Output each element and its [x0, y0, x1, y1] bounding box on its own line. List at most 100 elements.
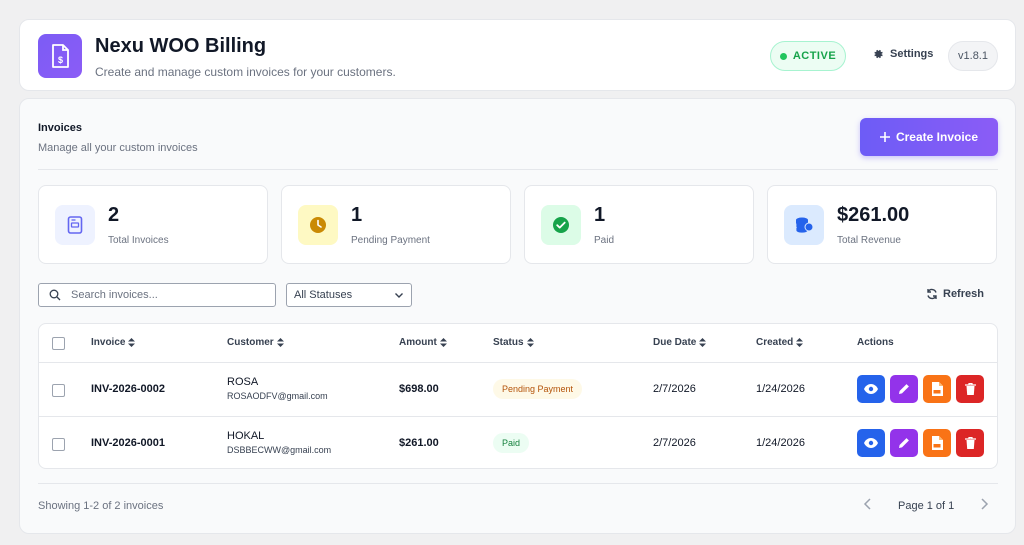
refresh-button[interactable]: Refresh — [926, 288, 984, 300]
svg-text:$: $ — [58, 55, 63, 65]
column-header-amount[interactable]: Amount — [399, 337, 447, 348]
customer-name: HOKAL — [227, 430, 265, 442]
table-header: Invoice Customer Amount Status Due Date … — [39, 324, 997, 363]
column-header-invoice[interactable]: Invoice — [91, 337, 136, 348]
sort-icon — [276, 338, 284, 347]
row-checkbox[interactable] — [52, 384, 65, 397]
delete-button[interactable] — [956, 375, 984, 403]
column-header-due-date[interactable]: Due Date — [653, 337, 707, 348]
status-dot-icon — [779, 52, 787, 60]
status-badge: Pending Payment — [493, 379, 583, 399]
customer-email: ROSAODFV@gmail.com — [227, 391, 328, 401]
clock-icon — [298, 205, 338, 245]
stat-label: Total Revenue — [837, 235, 901, 246]
section-subtitle: Manage all your custom invoices — [38, 142, 198, 154]
column-label: Created — [756, 337, 794, 348]
amount: $698.00 — [399, 383, 439, 395]
create-invoice-button[interactable]: Create Invoice — [860, 118, 998, 156]
column-label: Status — [493, 337, 524, 348]
amount: $261.00 — [399, 437, 439, 449]
pdf-file-icon — [932, 382, 943, 396]
pdf-file-icon — [932, 436, 943, 450]
app-subtitle: Create and manage custom invoices for yo… — [95, 65, 396, 79]
status-filter-select[interactable]: All Statuses — [286, 283, 412, 307]
next-page-button[interactable] — [978, 496, 990, 517]
stat-card-paid: 1 Paid — [524, 185, 754, 264]
edit-button[interactable] — [890, 375, 918, 403]
created-date: 1/24/2026 — [756, 383, 805, 395]
column-header-status[interactable]: Status — [493, 337, 534, 348]
eye-icon — [864, 384, 878, 394]
stat-card-pending-payment: 1 Pending Payment — [281, 185, 511, 264]
pencil-icon — [899, 438, 909, 448]
stat-value: $261.00 — [837, 204, 910, 226]
sort-icon — [128, 338, 136, 347]
table-row: INV-2026-0001 HOKAL DSBBECWW@gmail.com $… — [39, 416, 997, 468]
chevron-down-icon — [395, 293, 403, 298]
customer-cell: ROSA ROSAODFV@gmail.com — [227, 376, 328, 401]
app-header: $ Nexu WOO Billing Create and manage cus… — [19, 19, 1016, 91]
coins-icon — [784, 205, 824, 245]
plus-icon — [879, 132, 890, 142]
column-header-customer[interactable]: Customer — [227, 337, 284, 348]
pagination-summary: Showing 1-2 of 2 invoices — [38, 500, 164, 512]
stat-value: 2 — [108, 204, 120, 226]
due-date: 2/7/2026 — [653, 383, 696, 395]
settings-label: Settings — [890, 48, 934, 60]
search-input[interactable] — [71, 287, 271, 303]
column-label: Customer — [227, 337, 274, 348]
divider — [38, 169, 998, 170]
app-title: Nexu WOO Billing — [95, 35, 267, 57]
stat-label: Paid — [594, 235, 615, 246]
sort-icon — [699, 338, 707, 347]
chevron-left-icon — [863, 498, 871, 510]
view-button[interactable] — [857, 375, 885, 403]
created-date: 1/24/2026 — [756, 437, 805, 449]
page-indicator: Page 1 of 1 — [898, 500, 955, 512]
status-badge: ACTIVE — [770, 41, 846, 71]
check-circle-icon — [541, 205, 581, 245]
select-all-checkbox[interactable] — [52, 337, 65, 350]
customer-email: DSBBECWW@gmail.com — [227, 445, 332, 455]
column-header-created[interactable]: Created — [756, 337, 804, 348]
status-filter-value: All Statuses — [294, 289, 353, 301]
customer-name: ROSA — [227, 376, 259, 388]
delete-button[interactable] — [956, 429, 984, 457]
column-label: Due Date — [653, 337, 697, 348]
pdf-button[interactable] — [923, 429, 951, 457]
column-label: Actions — [857, 337, 894, 348]
create-invoice-label: Create Invoice — [895, 130, 979, 144]
trash-icon — [964, 437, 976, 449]
version-badge: v1.8.1 — [948, 41, 998, 71]
customer-cell: HOKAL DSBBECWW@gmail.com — [227, 430, 331, 455]
search-icon — [49, 289, 61, 301]
section-title: Invoices — [38, 122, 83, 134]
pdf-button[interactable] — [923, 375, 951, 403]
settings-button[interactable]: Settings — [872, 48, 933, 60]
stat-value: 1 — [594, 204, 606, 226]
trash-icon — [964, 383, 976, 395]
table-row: INV-2026-0002 ROSA ROSAODFV@gmail.com $6… — [39, 363, 997, 416]
eye-icon — [864, 438, 878, 448]
stat-label: Total Invoices — [108, 235, 169, 246]
invoice-number[interactable]: INV-2026-0001 — [91, 437, 165, 449]
sort-icon — [796, 338, 804, 347]
stat-card-total-invoices: 2 Total Invoices — [38, 185, 268, 264]
refresh-label: Refresh — [943, 288, 984, 300]
row-checkbox[interactable] — [52, 438, 65, 451]
sort-icon — [526, 338, 534, 347]
edit-button[interactable] — [890, 429, 918, 457]
stat-card-total-revenue: $261.00 Total Revenue — [767, 185, 997, 264]
stat-label: Pending Payment — [351, 235, 430, 246]
stat-value: 1 — [351, 204, 363, 226]
column-header-actions: Actions — [857, 337, 894, 348]
prev-page-button[interactable] — [862, 496, 874, 517]
pencil-icon — [899, 384, 909, 394]
status-badge-label: ACTIVE — [792, 50, 837, 62]
status-badge: Paid — [493, 433, 530, 453]
refresh-icon — [927, 288, 937, 300]
sort-icon — [439, 338, 447, 347]
invoice-number[interactable]: INV-2026-0002 — [91, 383, 165, 395]
view-button[interactable] — [857, 429, 885, 457]
invoices-table: Invoice Customer Amount Status Due Date … — [38, 323, 998, 469]
